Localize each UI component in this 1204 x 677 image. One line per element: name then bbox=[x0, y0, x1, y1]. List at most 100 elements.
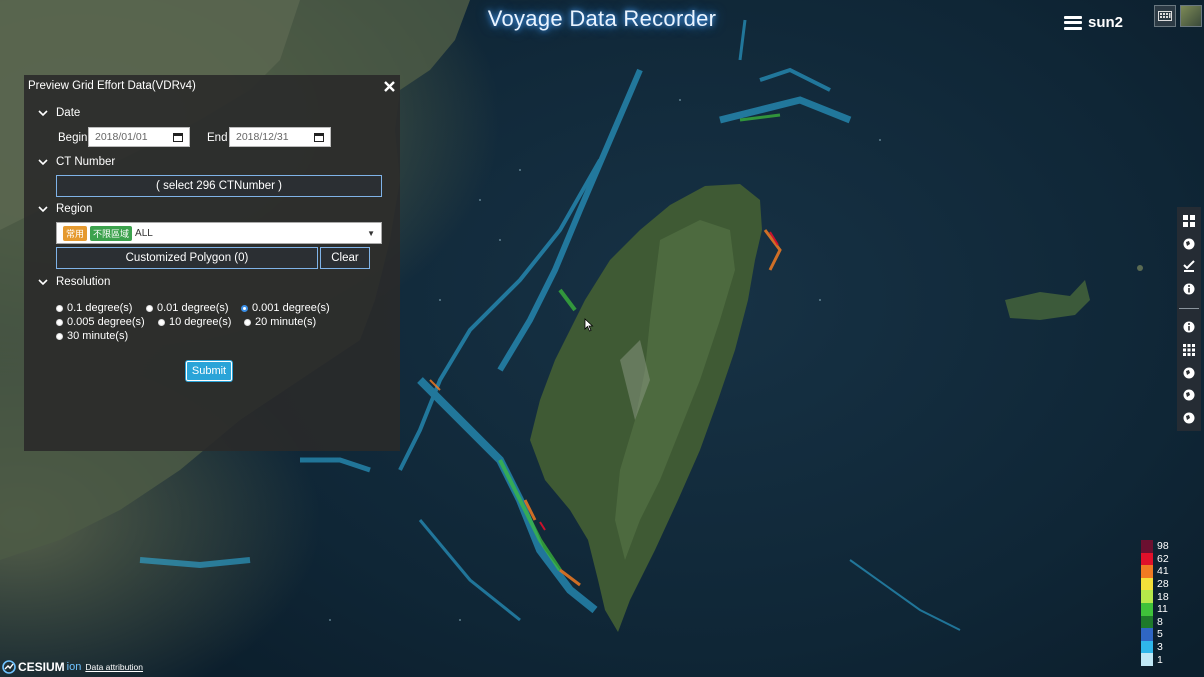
legend-label: 8 bbox=[1157, 615, 1163, 628]
legend-swatch bbox=[1141, 628, 1153, 641]
chevron-down-icon bbox=[38, 205, 48, 212]
legend-swatch bbox=[1141, 577, 1153, 591]
grid-icon[interactable] bbox=[1179, 340, 1199, 360]
submit-button[interactable]: Submit bbox=[186, 361, 232, 381]
resolution-option-30min[interactable]: 30 minute(s) bbox=[56, 330, 128, 342]
legend-label: 98 bbox=[1157, 540, 1169, 553]
legend-swatch bbox=[1141, 540, 1153, 553]
info-icon[interactable] bbox=[1179, 317, 1199, 337]
region-tag-unlimited: 不限區域 bbox=[90, 225, 133, 241]
calendar-icon[interactable] bbox=[173, 132, 183, 142]
section-date-label: Date bbox=[56, 107, 81, 119]
chevron-down-icon bbox=[38, 158, 48, 165]
end-date-input[interactable]: 2018/12/31 bbox=[229, 127, 331, 147]
radio-button[interactable] bbox=[56, 318, 63, 326]
legend-row: 98 bbox=[1141, 540, 1169, 553]
resolution-option-0-01[interactable]: 0.01 degree(s) bbox=[146, 302, 229, 314]
resolution-option-label: 0.001 degree(s) bbox=[252, 302, 330, 314]
legend-row: 18 bbox=[1141, 590, 1169, 603]
radio-button[interactable] bbox=[158, 318, 165, 326]
globe-icon[interactable] bbox=[1179, 385, 1199, 405]
begin-label: Begin bbox=[58, 132, 88, 144]
calendar-icon[interactable] bbox=[314, 132, 324, 142]
begin-date-input[interactable]: 2018/01/01 bbox=[88, 127, 190, 147]
legend-row: 1 bbox=[1141, 653, 1169, 666]
resolution-option-0-005[interactable]: 0.005 degree(s) bbox=[56, 316, 145, 328]
legend-swatch bbox=[1141, 602, 1153, 616]
legend-swatch bbox=[1141, 640, 1153, 654]
toolbar-divider bbox=[1179, 308, 1199, 310]
region-tag-common: 常用 bbox=[63, 225, 88, 241]
preview-grid-panel: Preview Grid Effort Data(VDRv4) Date Beg… bbox=[24, 75, 400, 451]
resolution-option-0-001[interactable]: 0.001 degree(s) bbox=[241, 302, 330, 314]
radio-button[interactable] bbox=[244, 318, 251, 326]
cesium-logo[interactable]: CESIUM ion bbox=[2, 660, 81, 674]
section-region[interactable]: Region bbox=[38, 203, 92, 215]
resolution-option-label: 10 degree(s) bbox=[169, 316, 232, 328]
info-icon[interactable] bbox=[1179, 279, 1199, 299]
radio-button[interactable] bbox=[146, 304, 153, 312]
globe-icon[interactable] bbox=[1179, 408, 1199, 428]
resolution-option-10[interactable]: 10 degree(s) bbox=[158, 316, 231, 328]
legend-swatch bbox=[1141, 615, 1153, 629]
globe-icon[interactable] bbox=[1179, 363, 1199, 383]
keyboard-icon[interactable] bbox=[1154, 5, 1176, 27]
region-value: ALL bbox=[135, 227, 153, 239]
radio-button[interactable] bbox=[56, 332, 63, 340]
region-select[interactable]: 常用 不限區域 ALL ▼ bbox=[56, 222, 382, 244]
checklist-icon[interactable] bbox=[1179, 257, 1199, 277]
legend-row: 41 bbox=[1141, 565, 1169, 578]
user-name[interactable]: sun2 bbox=[1088, 14, 1123, 31]
legend-swatch bbox=[1141, 653, 1153, 666]
legend-row: 28 bbox=[1141, 577, 1169, 591]
legend-label: 41 bbox=[1157, 565, 1169, 578]
section-resolution-label: Resolution bbox=[56, 276, 111, 288]
resolution-option-label: 0.005 degree(s) bbox=[67, 316, 145, 328]
legend-row: 5 bbox=[1141, 628, 1169, 641]
caret-down-icon: ▼ bbox=[367, 228, 375, 238]
cesium-brand: CESIUM bbox=[18, 660, 65, 674]
legend-row: 62 bbox=[1141, 552, 1169, 566]
clear-button[interactable]: Clear bbox=[320, 247, 370, 269]
close-icon[interactable] bbox=[382, 79, 396, 93]
legend-swatch bbox=[1141, 565, 1153, 578]
section-ct-number[interactable]: CT Number bbox=[38, 156, 115, 168]
legend-label: 5 bbox=[1157, 628, 1163, 641]
footer: CESIUM ion Data attribution bbox=[2, 660, 143, 674]
basemap-icon[interactable] bbox=[1180, 5, 1202, 27]
legend-row: 3 bbox=[1141, 640, 1169, 654]
panel-header: Preview Grid Effort Data(VDRv4) bbox=[24, 75, 400, 97]
app-title: Voyage Data Recorder bbox=[487, 6, 717, 31]
cesium-ion: ion bbox=[66, 661, 82, 673]
legend-label: 62 bbox=[1157, 552, 1169, 565]
section-resolution[interactable]: Resolution bbox=[38, 276, 110, 288]
section-date[interactable]: Date bbox=[38, 107, 80, 119]
data-attribution-link[interactable]: Data attribution bbox=[85, 662, 143, 672]
grid-view-icon[interactable] bbox=[1179, 211, 1199, 231]
legend-label: 3 bbox=[1157, 641, 1163, 654]
side-toolbar bbox=[1177, 207, 1201, 431]
legend-label: 11 bbox=[1157, 603, 1168, 616]
cesium-logo-icon bbox=[2, 660, 16, 674]
legend-label: 18 bbox=[1157, 590, 1169, 603]
hamburger-menu-icon[interactable] bbox=[1064, 15, 1082, 30]
end-date-value: 2018/12/31 bbox=[236, 131, 289, 143]
section-ct-label: CT Number bbox=[56, 156, 116, 168]
chevron-down-icon bbox=[38, 278, 48, 285]
user-menu[interactable]: sun2 bbox=[1064, 14, 1123, 31]
panel-title: Preview Grid Effort Data(VDRv4) bbox=[28, 80, 196, 92]
density-legend: 98 62 41 28 18 11 8 5 3 1 bbox=[1141, 540, 1169, 666]
resolution-option-label: 0.1 degree(s) bbox=[67, 302, 133, 314]
resolution-option-0-1[interactable]: 0.1 degree(s) bbox=[56, 302, 132, 314]
legend-label: 1 bbox=[1157, 653, 1163, 666]
resolution-option-label: 30 minute(s) bbox=[67, 330, 129, 342]
radio-button-checked[interactable] bbox=[241, 304, 248, 312]
legend-swatch bbox=[1141, 552, 1153, 566]
globe-icon[interactable] bbox=[1179, 234, 1199, 254]
select-ct-number-button[interactable]: ( select 296 CTNumber ) bbox=[56, 175, 382, 197]
customized-polygon-button[interactable]: Customized Polygon (0) bbox=[56, 247, 318, 269]
radio-button[interactable] bbox=[56, 304, 63, 312]
resolution-option-20min[interactable]: 20 minute(s) bbox=[244, 316, 316, 328]
legend-label: 28 bbox=[1157, 578, 1169, 591]
end-label: End bbox=[207, 132, 228, 144]
